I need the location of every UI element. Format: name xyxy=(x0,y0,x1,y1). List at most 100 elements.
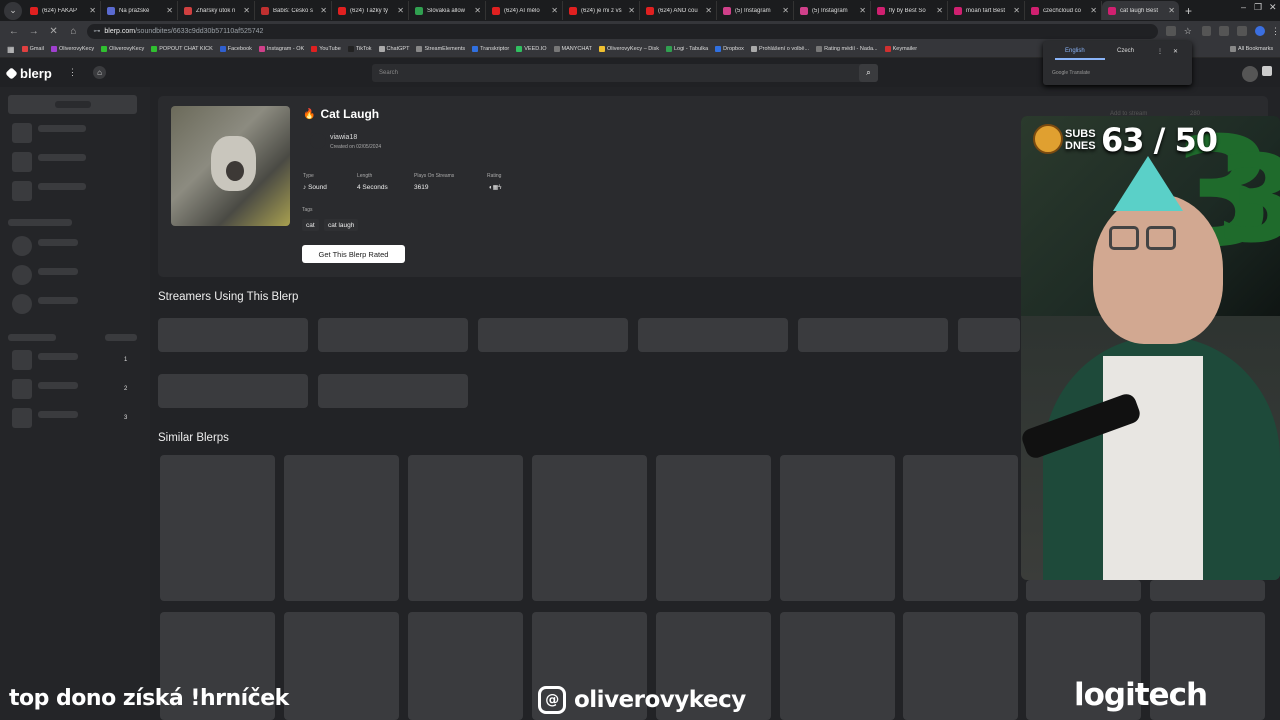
bookmark-item[interactable]: Gmail xyxy=(21,46,44,52)
tab-close-icon[interactable]: ✕ xyxy=(474,6,481,15)
bookmark-item[interactable]: Prohlášení o volbě... xyxy=(750,46,809,52)
tab-close-icon[interactable]: ✕ xyxy=(1013,6,1020,15)
browser-tab[interactable]: cat laugh Best ✕ xyxy=(1102,1,1179,20)
fire-icon: 🔥 xyxy=(303,108,316,120)
forward-icon[interactable]: → xyxy=(28,26,40,37)
browser-tab[interactable]: (624) ANO cou ✕ xyxy=(640,1,717,20)
browser-tab[interactable]: fly by Best So ✕ xyxy=(871,1,948,20)
bookmark-item[interactable]: OliverovyKecy – Disk xyxy=(599,46,659,52)
browser-tab[interactable]: (624) FAKAP ✕ xyxy=(24,1,101,20)
apps-grid-icon[interactable]: ▦ xyxy=(7,45,15,54)
streamer-shirt xyxy=(1103,356,1203,580)
sidebar-skeleton-text xyxy=(38,382,78,389)
blerp-thumbnail[interactable] xyxy=(171,106,290,226)
blerp-title-text: Cat Laugh xyxy=(320,107,380,121)
tab-close-icon[interactable]: ✕ xyxy=(320,6,327,15)
new-tab-button[interactable]: + xyxy=(1185,4,1192,18)
browser-tab[interactable]: (5) Instagram ✕ xyxy=(717,1,794,20)
minimize-icon[interactable]: – xyxy=(1241,2,1246,12)
bookmark-item[interactable]: Logi - Tabulka xyxy=(665,46,708,52)
back-icon[interactable]: ← xyxy=(8,26,20,37)
bookmark-item[interactable]: Rating médií - Nada... xyxy=(816,46,878,52)
tag-chip[interactable]: cat xyxy=(302,219,319,231)
translate-czech-tab[interactable]: Czech xyxy=(1117,48,1134,54)
bookmark-item[interactable]: StreamElements xyxy=(416,46,465,52)
search-button[interactable]: ⌕ xyxy=(859,64,878,82)
maximize-icon[interactable]: ❐ xyxy=(1254,2,1262,13)
tab-close-icon[interactable]: ✕ xyxy=(936,6,943,15)
browser-tab[interactable]: Na pražské ✕ xyxy=(101,1,178,20)
translate-options-icon[interactable]: ⋮ xyxy=(1157,48,1163,55)
extensions-puzzle-icon[interactable] xyxy=(1219,26,1230,36)
more-menu-icon[interactable]: ⋮ xyxy=(68,67,77,78)
browser-tab[interactable]: czechcloud co ✕ xyxy=(1025,1,1102,20)
browser-tab[interactable]: Slovakia allow ✕ xyxy=(409,1,486,20)
browser-tab[interactable]: Žháŕský útok n ✕ xyxy=(178,1,255,20)
tab-close-icon[interactable]: ✕ xyxy=(89,6,96,15)
blerp-logo[interactable]: blerp xyxy=(5,66,52,81)
tab-favicon-icon xyxy=(723,6,731,15)
bookmark-label: TikTok xyxy=(355,46,372,52)
bookmark-item[interactable]: Dropbox xyxy=(715,46,744,52)
close-window-icon[interactable]: ✕ xyxy=(1269,2,1277,13)
tab-close-icon[interactable]: ✕ xyxy=(1090,6,1097,15)
browser-tab[interactable]: moan fart Best ✕ xyxy=(948,1,1025,20)
user-avatar[interactable] xyxy=(1242,66,1258,82)
home-nav-icon[interactable]: ⌂ xyxy=(93,66,106,79)
streamers-heading: Streamers Using This Blerp xyxy=(158,291,299,303)
bookmark-item[interactable]: TikTok xyxy=(347,46,372,52)
bookmark-item[interactable]: POPOUT CHAT KICK xyxy=(151,46,213,52)
translate-icon[interactable] xyxy=(1165,26,1176,36)
tab-close-icon[interactable]: ✕ xyxy=(166,6,173,15)
extension-icon[interactable] xyxy=(1201,26,1212,36)
search-input[interactable]: Search xyxy=(372,64,878,82)
bookmark-item[interactable]: Facebook xyxy=(219,46,252,52)
tab-close-icon[interactable]: ✕ xyxy=(859,6,866,15)
tab-favicon-icon xyxy=(954,6,962,15)
tab-close-icon[interactable]: ✕ xyxy=(782,6,789,15)
tab-close-icon[interactable]: ✕ xyxy=(243,6,250,15)
bookmark-item[interactable]: YouTube xyxy=(311,46,341,52)
bookmark-item[interactable]: OliverovyKecy xyxy=(101,46,144,52)
profile-avatar[interactable] xyxy=(1255,26,1265,36)
browser-menu-icon[interactable]: ⋮ xyxy=(1271,26,1280,37)
bookmark-label: Dropbox xyxy=(723,46,744,52)
tab-close-icon[interactable]: ✕ xyxy=(397,6,404,15)
tab-close-icon[interactable]: ✕ xyxy=(705,6,712,15)
browser-tab[interactable]: (624) Ťažký tý ✕ xyxy=(332,1,409,20)
user-menu-icon[interactable] xyxy=(1262,66,1272,76)
tab-close-icon[interactable]: ✕ xyxy=(1168,6,1175,15)
browser-tab[interactable]: Babiš: Česko s ✕ xyxy=(255,1,332,20)
author-avatar[interactable] xyxy=(310,133,326,149)
browser-tab[interactable]: (5) Instagram ✕ xyxy=(794,1,871,20)
sub-goal-label: SUBS DNES xyxy=(1065,128,1101,152)
tag-chip[interactable]: cat laugh xyxy=(324,219,359,231)
bookmark-item[interactable]: VEED.IO xyxy=(516,46,547,52)
bookmark-item[interactable]: Transkriptor xyxy=(472,46,509,52)
glasses-icon xyxy=(1146,226,1176,250)
bookmark-item[interactable]: Keymailer xyxy=(884,46,917,52)
bookmark-item[interactable]: MANYCHAT xyxy=(553,46,592,52)
browser-tab[interactable]: (624) AI mělo ✕ xyxy=(486,1,563,20)
bookmark-item[interactable]: ChatGPT xyxy=(378,46,409,52)
home-icon[interactable]: ⌂ xyxy=(68,26,80,37)
bookmark-item[interactable]: Instagram - OK xyxy=(258,46,304,52)
tab-search-icon[interactable]: ⌄ xyxy=(4,1,22,20)
url-field[interactable]: ⊶ blerp.com/soundbites/6633c9dd30b57110a… xyxy=(87,23,1158,39)
streamer-placeholder xyxy=(158,374,308,408)
reload-icon[interactable]: ✕ xyxy=(48,26,60,37)
get-rated-button[interactable]: Get This Blerp Rated xyxy=(302,245,405,263)
tab-close-icon[interactable]: ✕ xyxy=(628,6,635,15)
site-info-icon[interactable]: ⊶ xyxy=(93,27,100,35)
bookmark-star-icon[interactable]: ☆ xyxy=(1184,26,1194,36)
all-bookmarks[interactable]: All Bookmarks xyxy=(1230,46,1273,52)
translate-english-tab[interactable]: English xyxy=(1065,48,1085,54)
tab-close-icon[interactable]: ✕ xyxy=(551,6,558,15)
tags-label: Tags xyxy=(302,207,313,213)
cast-icon[interactable] xyxy=(1237,26,1248,36)
browser-tab[interactable]: (624) je mi z vš ✕ xyxy=(563,1,640,20)
author-name[interactable]: viawia18 xyxy=(330,134,357,141)
tab-title: cat laugh Best xyxy=(1120,7,1159,14)
translate-close-icon[interactable]: ✕ xyxy=(1173,48,1178,55)
bookmark-item[interactable]: OliverovyKecy xyxy=(50,46,94,52)
